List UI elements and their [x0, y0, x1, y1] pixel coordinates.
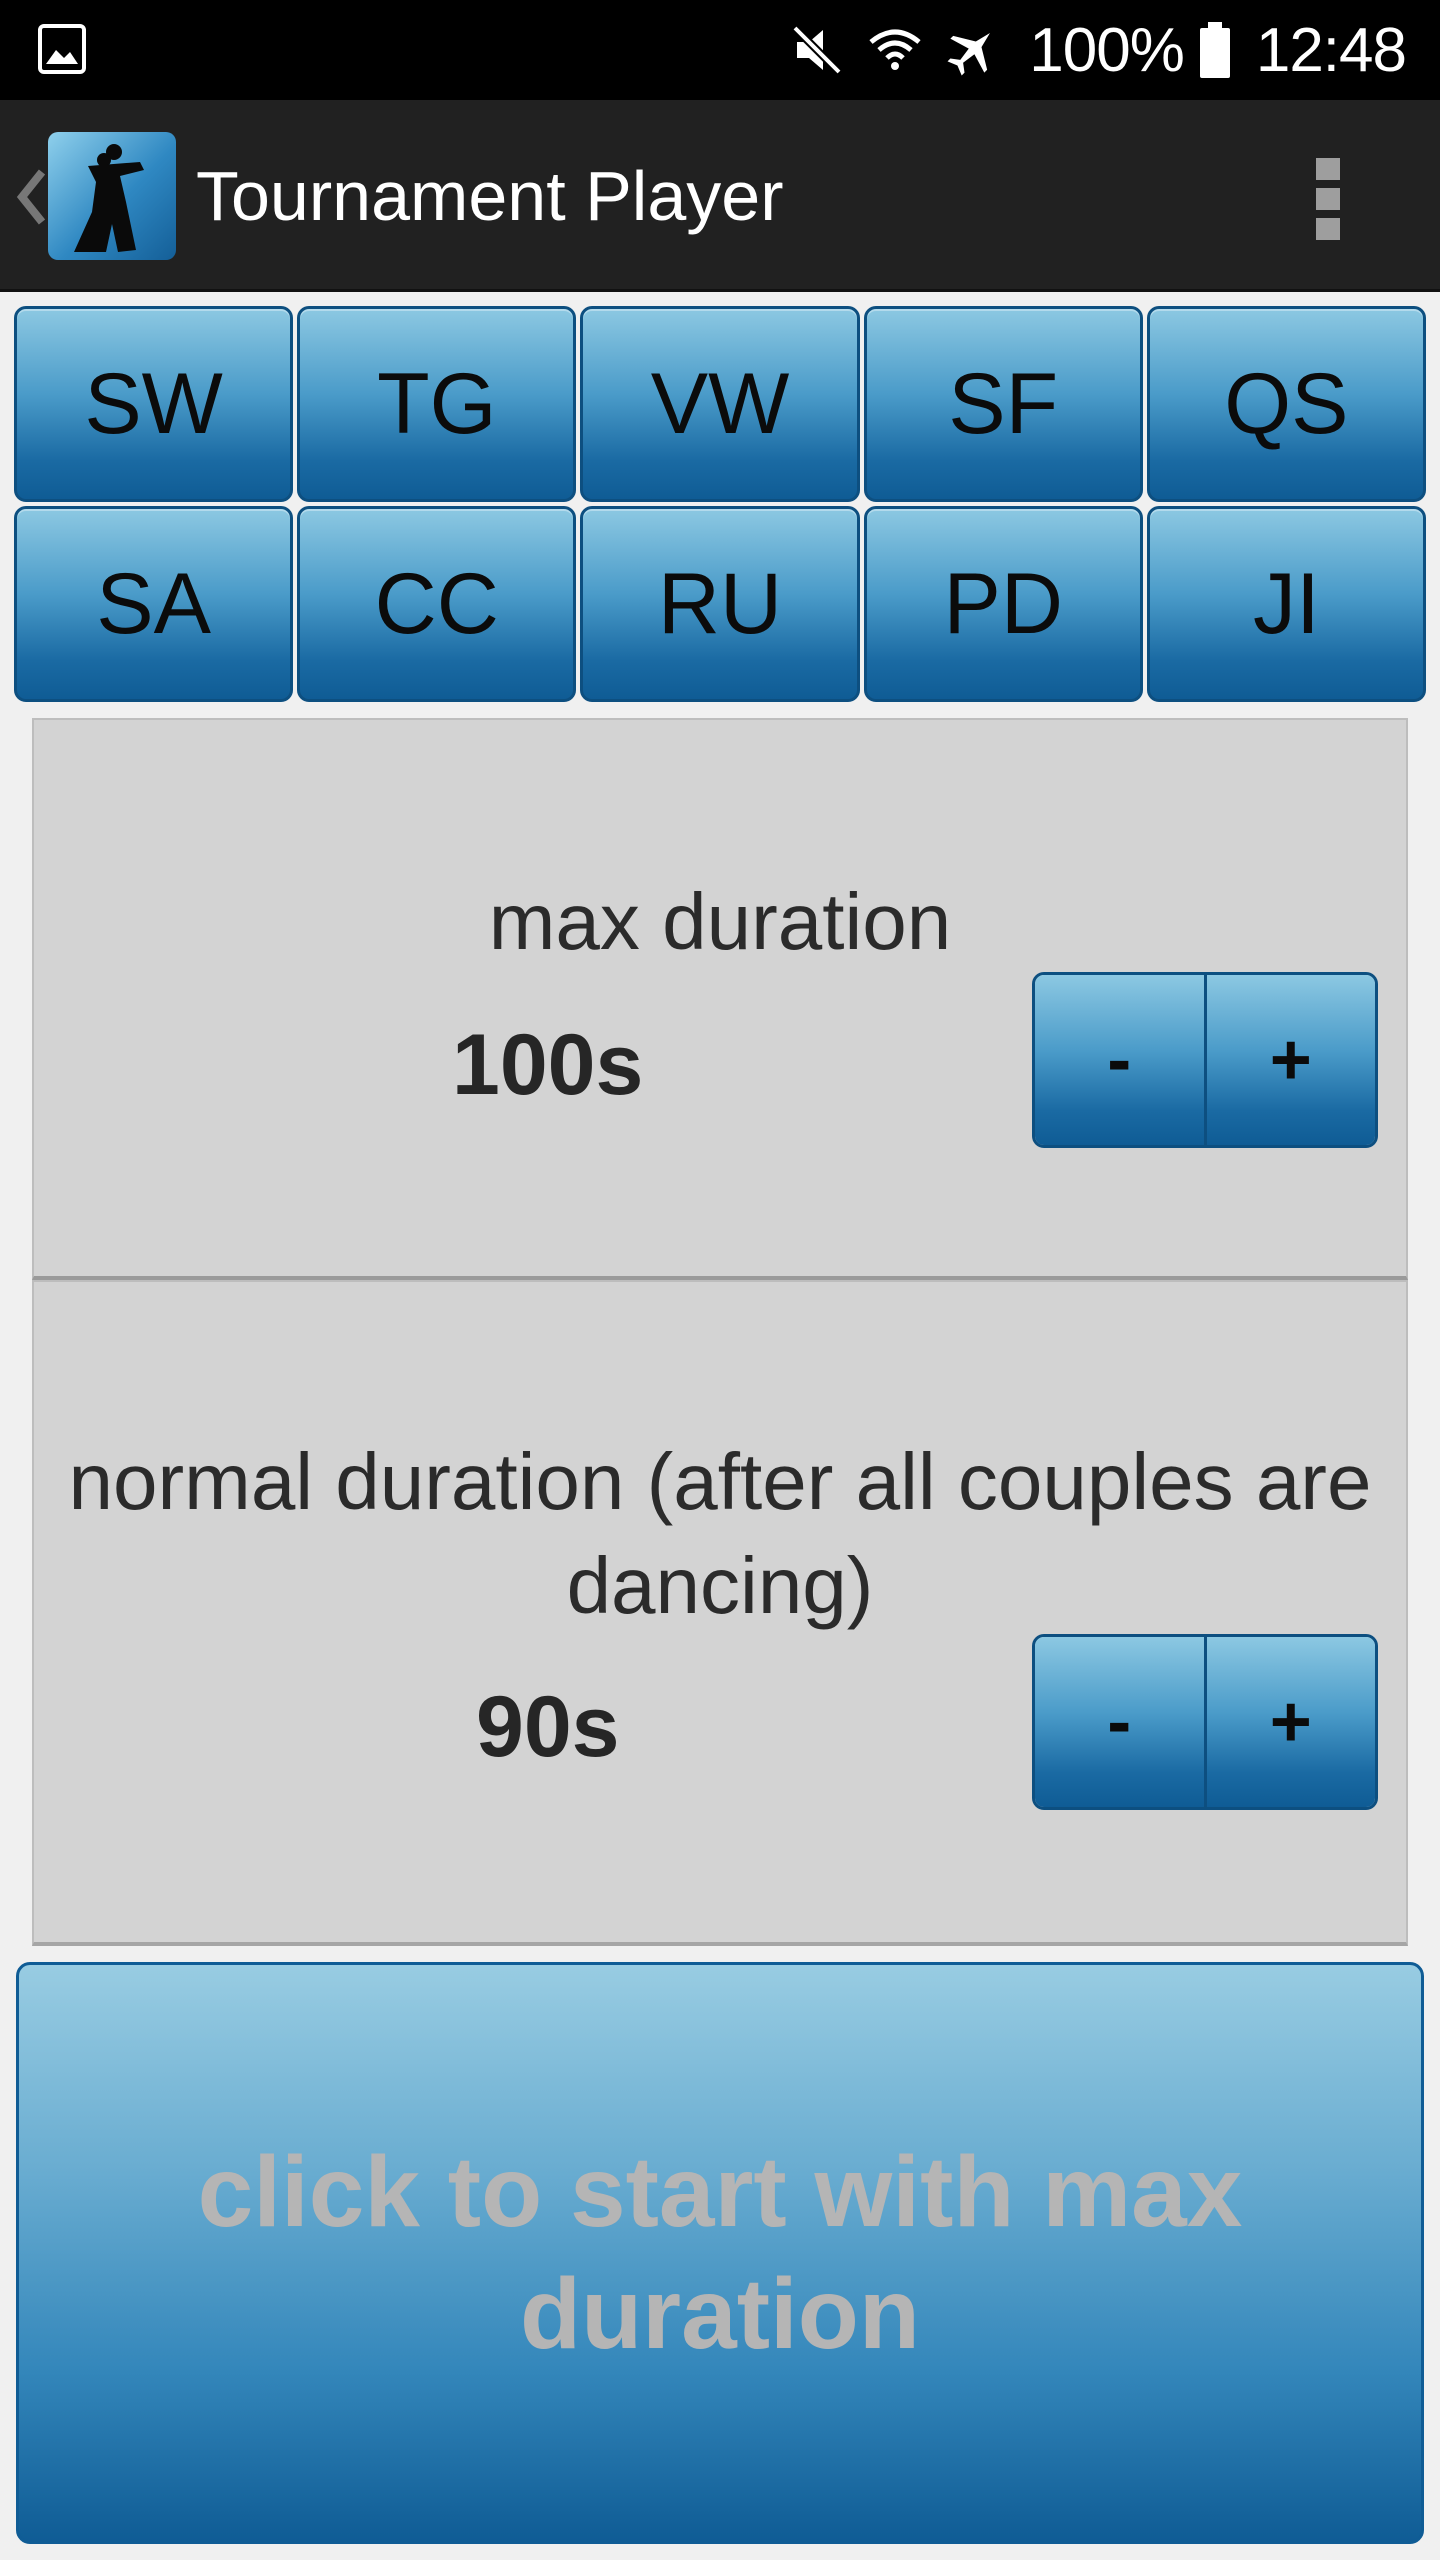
dance-button-ji[interactable]: JI: [1146, 506, 1426, 702]
dance-button-vw[interactable]: VW: [580, 306, 860, 502]
wifi-icon: [865, 20, 925, 80]
dance-button-qs[interactable]: QS: [1146, 306, 1426, 502]
dance-button-tg[interactable]: TG: [297, 306, 577, 502]
dancer-app-icon[interactable]: [48, 132, 176, 260]
app-title: Tournament Player: [196, 157, 784, 235]
battery-icon: [1198, 20, 1232, 80]
dance-button-ru[interactable]: RU: [580, 506, 860, 702]
gallery-notification-icon: [38, 24, 86, 74]
dance-button-sa[interactable]: SA: [14, 506, 294, 702]
normal-duration-panel: normal duration (after all couples are d…: [32, 1280, 1408, 1946]
dance-button-cc[interactable]: CC: [297, 506, 577, 702]
start-button[interactable]: click to start with max duration: [16, 1962, 1424, 2544]
max-duration-increment-button[interactable]: +: [1203, 975, 1375, 1145]
normal-duration-increment-button[interactable]: +: [1203, 1637, 1375, 1807]
normal-duration-decrement-button[interactable]: -: [1035, 1637, 1204, 1807]
max-duration-panel: max duration 100s - +: [32, 718, 1408, 1280]
dance-button-sf[interactable]: SF: [863, 306, 1143, 502]
max-duration-decrement-button[interactable]: -: [1035, 975, 1204, 1145]
back-chevron-icon[interactable]: [10, 162, 50, 232]
airplane-icon: [943, 20, 1003, 80]
overflow-menu-icon[interactable]: [1310, 150, 1346, 250]
dance-button-pd[interactable]: PD: [863, 506, 1143, 702]
max-duration-stepper: - +: [1032, 972, 1378, 1148]
dance-button-sw[interactable]: SW: [14, 306, 294, 502]
normal-duration-stepper: - +: [1032, 1634, 1378, 1810]
normal-duration-value: 90s: [476, 1679, 620, 1775]
clock: 12:48: [1255, 15, 1407, 85]
action-bar: Tournament Player: [0, 100, 1440, 292]
status-bar: 100% 12:48: [0, 0, 1440, 100]
battery-percent: 100%: [1029, 15, 1185, 85]
max-duration-value: 100s: [452, 1017, 644, 1113]
max-duration-label: max duration: [488, 877, 952, 966]
mute-icon: [787, 20, 847, 80]
dance-selector: SW TG VW SF QS SA CC RU PD JI: [14, 306, 1426, 702]
normal-duration-label: normal duration (after all couples are d…: [68, 1437, 1372, 1630]
